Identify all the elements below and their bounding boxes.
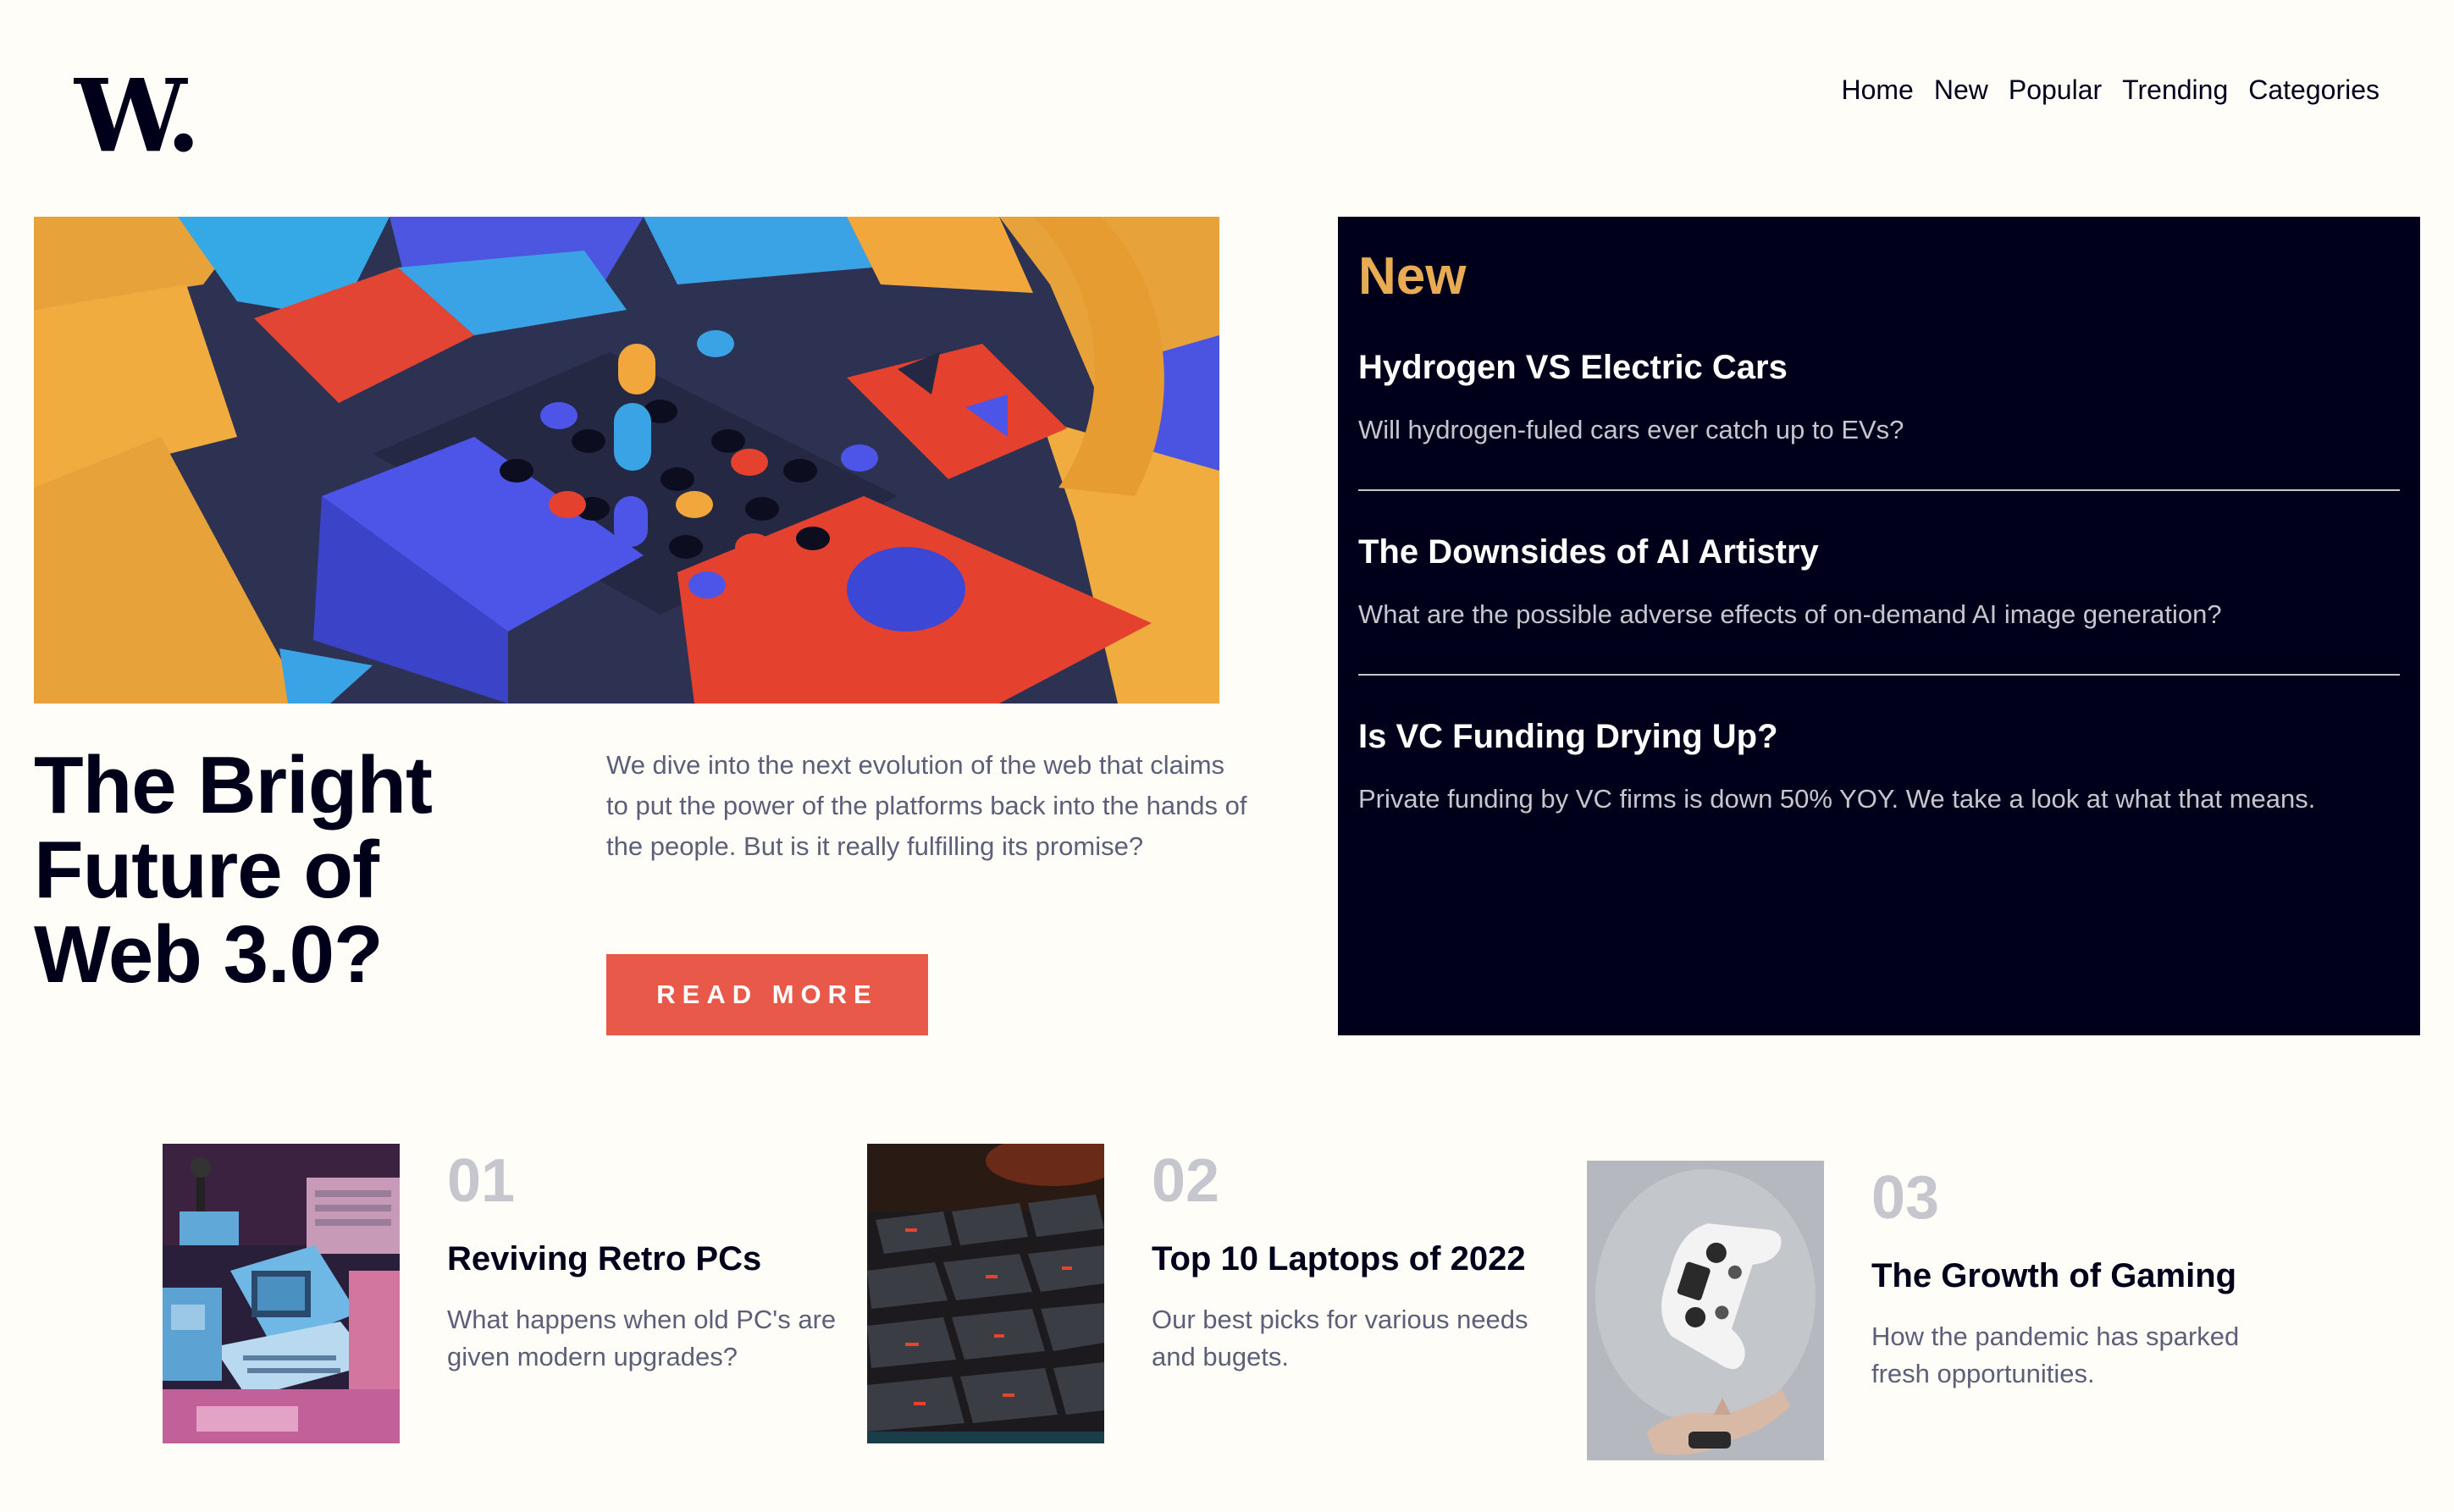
article-card-2[interactable]: 02 Top 10 Laptops of 2022 Our best picks… xyxy=(867,1144,1558,1443)
gaming-controller-thumbnail[interactable] xyxy=(1587,1161,1824,1460)
card-description: What happens when old PC's are given mod… xyxy=(447,1305,837,1371)
news-item-title[interactable]: The Downsides of AI Artistry xyxy=(1358,532,2400,572)
nav-categories-link[interactable]: Categories xyxy=(2248,74,2379,106)
article-card-3[interactable]: 03 The Growth of Gaming How the pandemic… xyxy=(1587,1161,2278,1460)
card-number: 03 xyxy=(1871,1164,1940,1232)
news-item-title[interactable]: Is VC Funding Drying Up? xyxy=(1358,716,2400,757)
new-articles-panel: New Hydrogen VS Electric Cars Will hydro… xyxy=(1338,217,2420,1035)
hero-description: We dive into the next evolution of the w… xyxy=(606,750,1247,861)
nav-trending-link[interactable]: Trending xyxy=(2122,74,2228,106)
nav-popular-link[interactable]: Popular xyxy=(2009,74,2102,106)
card-title[interactable]: Reviving Retro PCs xyxy=(447,1239,854,1279)
read-more-button[interactable]: READ MORE xyxy=(606,954,928,1035)
site-logo[interactable]: W. xyxy=(75,66,201,166)
hero-image xyxy=(34,217,1219,704)
card-description: Our best picks for various needs and bug… xyxy=(1152,1305,1528,1371)
card-number: 02 xyxy=(1152,1147,1220,1215)
hero-title: The Bright Future of Web 3.0? xyxy=(34,740,433,1000)
news-item-description: What are the possible adverse effects of… xyxy=(1358,599,2222,629)
card-description: How the pandemic has sparked fresh oppor… xyxy=(1871,1322,2240,1388)
card-title[interactable]: Top 10 Laptops of 2022 xyxy=(1152,1239,1558,1279)
article-card-1[interactable]: 01 Reviving Retro PCs What happens when … xyxy=(163,1144,854,1443)
logo-letter: W xyxy=(75,57,171,174)
retro-pc-thumbnail[interactable] xyxy=(163,1144,400,1443)
news-item[interactable]: The Downsides of AI Artistry What are th… xyxy=(1358,491,2400,676)
news-item-description: Will hydrogen-fuled cars ever catch up t… xyxy=(1358,415,1904,444)
news-item-description: Private funding by VC firms is down 50% … xyxy=(1358,784,2316,814)
news-item[interactable]: Is VC Funding Drying Up? Private funding… xyxy=(1358,676,2400,858)
new-panel-heading: New xyxy=(1358,247,1467,306)
news-item-title[interactable]: Hydrogen VS Electric Cars xyxy=(1358,347,2400,388)
main-nav: Home New Popular Trending Categories xyxy=(1841,74,2379,106)
logo-dot: . xyxy=(166,57,201,174)
nav-new-link[interactable]: New xyxy=(1934,74,1988,106)
card-number: 01 xyxy=(447,1147,516,1215)
news-item[interactable]: Hydrogen VS Electric Cars Will hydrogen-… xyxy=(1358,347,2400,491)
nav-home-link[interactable]: Home xyxy=(1841,74,1913,106)
card-title[interactable]: The Growth of Gaming xyxy=(1871,1255,2278,1296)
laptop-keyboard-thumbnail[interactable] xyxy=(867,1144,1104,1443)
